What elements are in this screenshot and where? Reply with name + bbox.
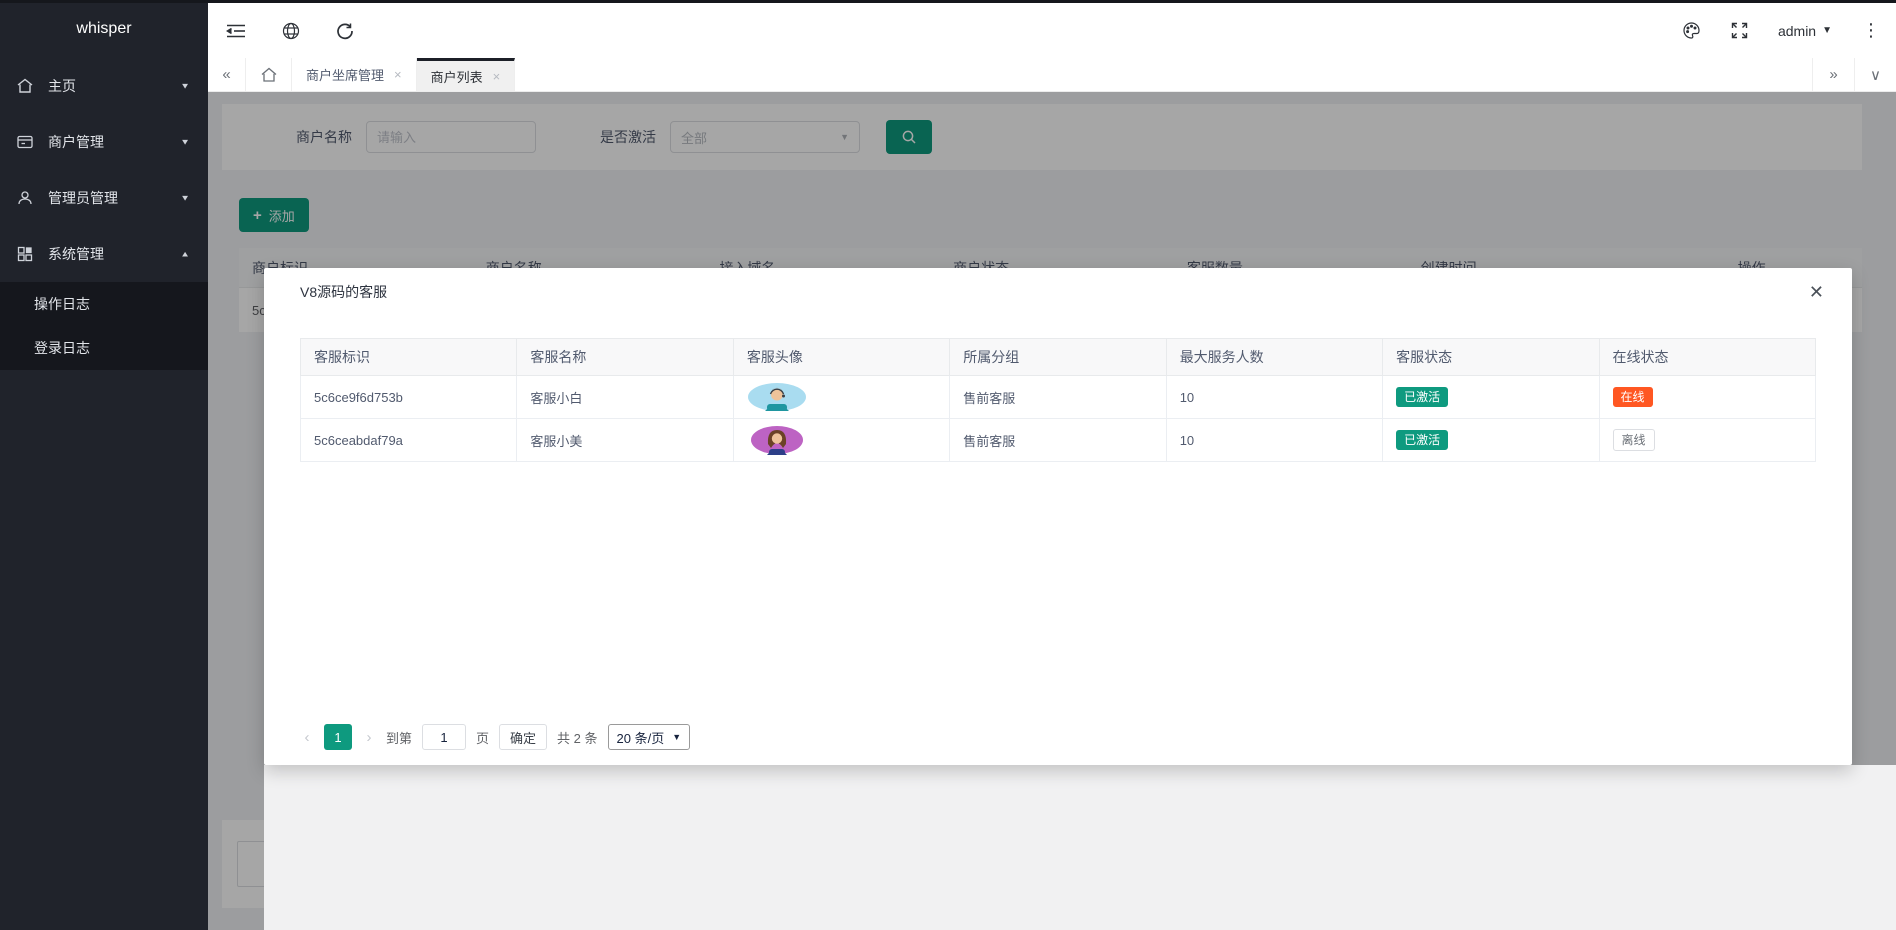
modal-body: 客服标识 客服名称 客服头像 所属分组 最大服务人数 客服状态 在线状态 5c6… [264,316,1852,462]
user-menu[interactable]: admin ▼ [1778,23,1832,39]
tab-label: 商户坐席管理 [306,65,384,84]
home-tab-icon [260,66,278,84]
table-row: 5c6ceabdaf79a 客服小美 [301,419,1816,462]
tab-home[interactable] [246,58,292,91]
agent-online-cell: 在线 [1599,376,1815,419]
total-count-label: 共 2 条 [557,728,597,747]
agent-max-cell: 10 [1166,419,1382,462]
tab-close-icon[interactable]: × [493,69,501,84]
column-header: 在线状态 [1599,339,1815,376]
status-badge: 已激活 [1396,430,1448,450]
agent-group-cell: 售前客服 [950,376,1166,419]
sidebar-item-login-log[interactable]: 登录日志 [0,326,208,370]
online-badge: 在线 [1613,387,1653,407]
kebab-menu-icon[interactable]: ⋮ [1862,20,1880,41]
sidebar: whisper 主页 ▼ 商户管理 ▼ 管理员管理 ▼ [0,0,208,930]
offline-badge: 离线 [1613,429,1655,451]
column-header: 最大服务人数 [1166,339,1382,376]
tab-close-icon[interactable]: × [394,67,402,82]
brand-title: whisper [0,0,208,58]
column-header: 客服名称 [517,339,733,376]
agent-id-cell: 5c6ceabdaf79a [301,419,517,462]
window-top-edge [0,0,1896,3]
modal-header: V8源码的客服 ✕ [264,268,1852,316]
modal-overlay-left [208,765,264,930]
current-page-button[interactable]: 1 [324,724,352,750]
agent-name-cell: 客服小美 [517,419,733,462]
sidebar-item-admins[interactable]: 管理员管理 ▼ [0,170,208,226]
agent-avatar-1 [747,382,949,412]
collapse-menu-icon[interactable] [226,23,246,39]
globe-icon[interactable] [282,22,300,40]
fullscreen-icon[interactable] [1731,22,1748,39]
sidebar-item-label: 系统管理 [48,244,180,264]
tabs-collapse-icon[interactable]: « [208,58,246,91]
column-header: 客服状态 [1383,339,1599,376]
column-header: 客服头像 [733,339,949,376]
chevron-down-icon: ▼ [180,138,190,147]
below-modal-panel [264,765,1896,930]
chevron-up-icon: ▲ [180,250,190,259]
modal-close-icon[interactable]: ✕ [1809,283,1824,301]
column-header: 客服标识 [301,339,517,376]
agent-avatar-cell [733,419,949,462]
agent-avatar-2 [747,424,949,456]
agent-avatar-cell [733,376,949,419]
sidebar-submenu: 操作日志 登录日志 [0,282,208,370]
table-row: 5c6ce9f6d753b 客服小白 [301,376,1816,419]
tab-merchant-seat[interactable]: 商户坐席管理 × [292,58,417,91]
palette-icon[interactable] [1682,21,1701,40]
pagesize-caret-icon: ▼ [672,732,681,742]
sidebar-item-operation-log[interactable]: 操作日志 [0,282,208,326]
chevron-down-icon: ▼ [180,194,190,203]
page-size-value: 20 条/页 [617,728,665,747]
agents-modal: V8源码的客服 ✕ 客服标识 客服名称 客服头像 所属分组 最大服务人数 客服状… [264,268,1852,765]
column-header: 所属分组 [950,339,1166,376]
username-label: admin [1778,23,1816,39]
modal-pagination: ‹ 1 › 到第 页 确定 共 2 条 20 条/页 ▼ [300,724,690,750]
tab-merchant-list[interactable]: 商户列表 × [417,58,516,91]
user-dropdown-caret-icon: ▼ [1822,25,1832,36]
agent-group-cell: 售前客服 [950,419,1166,462]
sidebar-item-home[interactable]: 主页 ▼ [0,58,208,114]
agent-status-cell: 已激活 [1383,419,1599,462]
page-suffix-label: 页 [476,728,489,747]
user-icon [16,189,34,207]
agent-id-cell: 5c6ce9f6d753b [301,376,517,419]
content-area: 商户名称 是否激活 全部 ▼ + 添加 商户标识 商户名称 接入域名 商户状态 … [208,92,1896,930]
agent-max-cell: 10 [1166,376,1382,419]
prev-page-icon[interactable]: ‹ [300,729,314,746]
goto-label: 到第 [386,728,412,747]
chevron-down-icon: ▼ [180,82,190,91]
status-badge: 已激活 [1396,387,1448,407]
home-icon [16,77,34,95]
sidebar-item-merchant[interactable]: 商户管理 ▼ [0,114,208,170]
next-page-icon[interactable]: › [362,729,376,746]
agent-status-cell: 已激活 [1383,376,1599,419]
sidebar-item-label: 管理员管理 [48,188,180,208]
page-number-input[interactable] [422,724,466,750]
sidebar-item-system[interactable]: 系统管理 ▲ [0,226,208,282]
topbar: admin ▼ ⋮ [208,3,1896,58]
sidebar-item-label: 商户管理 [48,132,180,152]
system-icon [16,245,34,263]
page-size-select[interactable]: 20 条/页 ▼ [608,724,691,750]
confirm-button[interactable]: 确定 [499,724,547,750]
refresh-icon[interactable] [336,22,354,40]
tabs-expand-icon[interactable]: » [1812,58,1854,91]
agents-table: 客服标识 客服名称 客服头像 所属分组 最大服务人数 客服状态 在线状态 5c6… [300,338,1816,462]
tabs-dropdown-icon[interactable]: ∨ [1854,58,1896,91]
tab-label: 商户列表 [431,67,483,86]
merchant-icon [16,133,34,151]
agent-name-cell: 客服小白 [517,376,733,419]
modal-title: V8源码的客服 [300,282,387,302]
tabbar: « 商户坐席管理 × 商户列表 × » ∨ [208,58,1896,92]
agent-online-cell: 离线 [1599,419,1815,462]
sidebar-item-label: 主页 [48,76,180,96]
